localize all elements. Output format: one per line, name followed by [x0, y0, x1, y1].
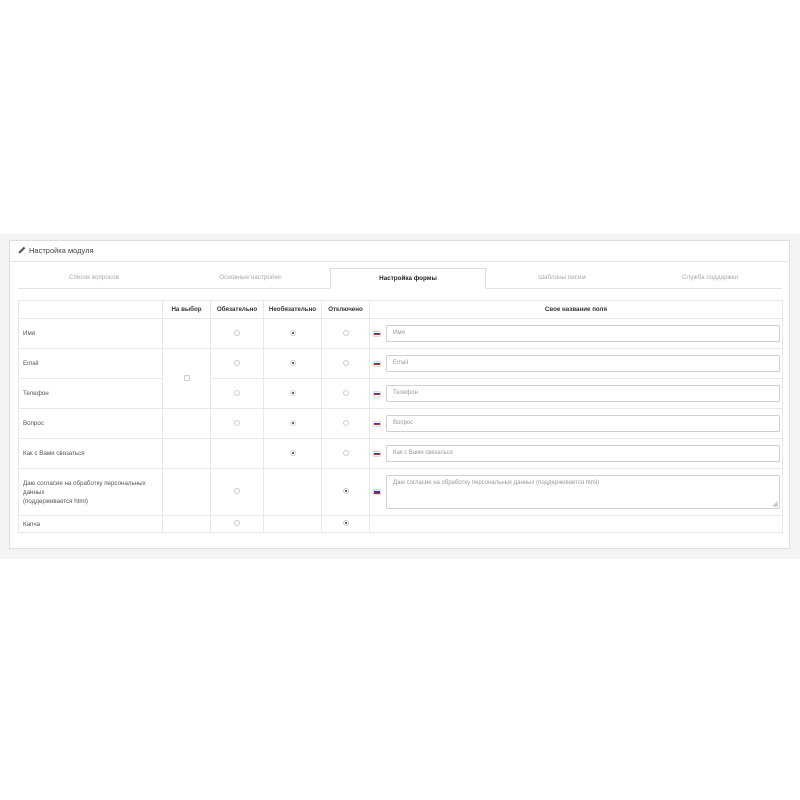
tab-bar: Список вопросов Основные настройки Настр…: [18, 268, 782, 289]
optional-radio[interactable]: [289, 419, 296, 426]
header-custom-name: Свое название поля: [369, 300, 783, 319]
optional-radio[interactable]: [289, 389, 296, 396]
header-disabled: Отключено: [321, 300, 370, 319]
disabled-radio[interactable]: [342, 359, 349, 366]
table-row: Даю согласие на обработку персональных д…: [18, 468, 783, 516]
russian-flag-icon: [373, 420, 381, 427]
disabled-radio[interactable]: [342, 389, 349, 396]
table-row: Как с Вами связаться Как с Вами связатьс…: [18, 438, 783, 469]
custom-name-input[interactable]: Email: [386, 355, 780, 372]
header-required: Обязательно: [210, 300, 264, 319]
tab-main-settings[interactable]: Основные настройки: [170, 268, 330, 288]
consent-textarea-placeholder: Даю согласие на обработку персональных д…: [393, 480, 600, 486]
required-radio[interactable]: [234, 520, 240, 526]
form-fields-table: На выбор Обязательно Необязательно Отклю…: [18, 300, 783, 533]
disabled-radio[interactable]: [342, 329, 349, 336]
optional-cell: [263, 515, 322, 533]
russian-flag-icon: [373, 360, 381, 367]
choice-cell: [162, 515, 211, 533]
table-row: Телефон Телефон: [18, 378, 783, 409]
choice-cell: [162, 408, 211, 439]
tab-email-templates[interactable]: Шаблоны писем: [486, 268, 638, 288]
custom-name-input[interactable]: Как с Вами связаться: [386, 445, 780, 462]
russian-flag-icon: [373, 390, 381, 397]
disabled-radio[interactable]: [342, 419, 349, 426]
panel-title: Настройка модуля: [29, 246, 94, 255]
custom-name-input[interactable]: Имя: [386, 325, 780, 342]
row-label: Вопрос: [18, 408, 163, 439]
row-label: Капча: [18, 515, 163, 533]
table-row: Вопрос Вопрос: [18, 408, 783, 439]
table-row: Email Email: [18, 348, 783, 409]
optional-radio[interactable]: [289, 359, 296, 366]
russian-flag-icon: [373, 450, 381, 457]
pencil-icon: [18, 246, 26, 254]
custom-name-input[interactable]: Телефон: [386, 385, 780, 402]
russian-flag-icon: [373, 489, 381, 495]
tab-support[interactable]: Служба поддержки: [638, 268, 782, 288]
optional-radio[interactable]: [289, 329, 296, 336]
custom-name-cell: [369, 515, 783, 533]
table-row: Имя Имя: [18, 318, 783, 349]
choice-checkbox[interactable]: [183, 374, 190, 381]
custom-name-input[interactable]: Вопрос: [386, 415, 780, 432]
table-header-row: На выбор Обязательно Необязательно Отклю…: [18, 300, 783, 319]
optional-cell: [263, 468, 322, 516]
panel-heading: Настройка модуля: [10, 241, 789, 262]
optional-radio[interactable]: [289, 449, 296, 456]
required-radio[interactable]: [234, 488, 240, 494]
required-cell: [210, 438, 264, 469]
russian-flag-icon: [373, 330, 381, 337]
required-radio[interactable]: [234, 419, 240, 426]
disabled-radio[interactable]: [342, 488, 349, 494]
disabled-radio[interactable]: [342, 520, 349, 526]
resize-grip-icon[interactable]: [772, 501, 778, 507]
disabled-radio[interactable]: [342, 449, 349, 456]
required-radio[interactable]: [234, 329, 240, 336]
header-choice: На выбор: [162, 300, 211, 319]
choice-cell: [162, 438, 211, 469]
tab-questions-list[interactable]: Список вопросов: [18, 268, 170, 288]
row-label: Телефон: [18, 378, 163, 409]
row-label: Как с Вами связаться: [18, 438, 163, 469]
consent-textarea[interactable]: Даю согласие на обработку персональных д…: [386, 475, 780, 509]
row-label: Даю согласие на обработку персональных д…: [18, 468, 163, 516]
choice-cell: [162, 318, 211, 349]
header-optional: Необязательно: [263, 300, 322, 319]
row-label: Имя: [18, 318, 163, 349]
consent-label-line1: Даю согласие на обработку персональных д…: [23, 479, 146, 496]
module-settings-panel: Настройка модуля Список вопросов Основны…: [9, 240, 790, 549]
row-label: Email: [18, 348, 163, 379]
tab-form-settings[interactable]: Настройка формы: [330, 268, 486, 289]
choice-cell: [162, 468, 211, 516]
required-radio[interactable]: [234, 359, 240, 366]
table-row: Капча: [18, 515, 783, 533]
header-field: [18, 300, 163, 319]
required-radio[interactable]: [234, 389, 240, 396]
consent-label-line2: (поддерживается html): [23, 497, 88, 505]
